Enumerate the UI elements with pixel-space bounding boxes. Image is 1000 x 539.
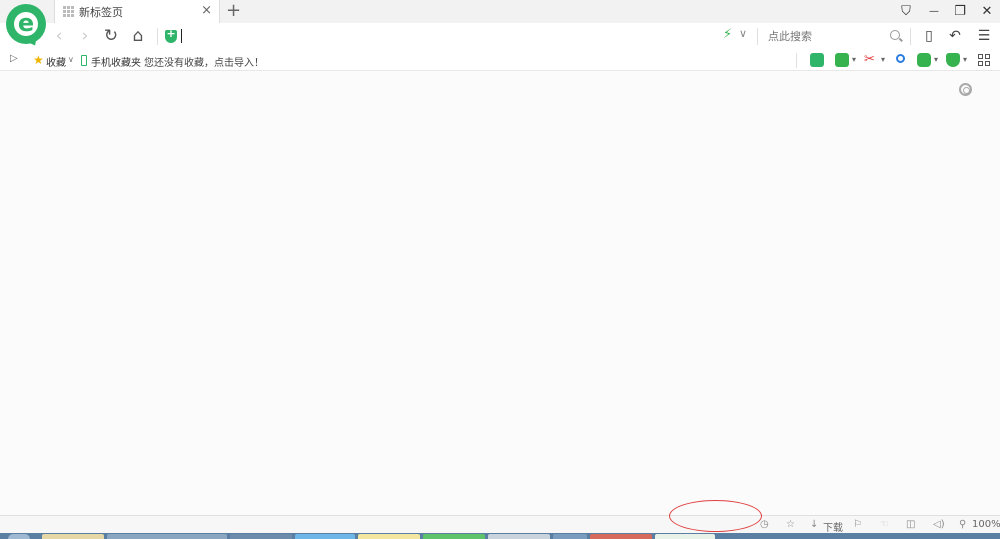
- scissors-icon[interactable]: ✂: [864, 53, 878, 67]
- gamepad-icon[interactable]: [917, 53, 931, 67]
- settings-gear-icon[interactable]: [959, 83, 972, 96]
- taskbar-item[interactable]: [295, 534, 355, 539]
- window-icon[interactable]: ◫: [906, 519, 915, 530]
- close-window-button[interactable]: ✕: [974, 0, 1000, 23]
- zoom-icon[interactable]: ⚲: [959, 519, 966, 530]
- search-input[interactable]: [768, 28, 886, 45]
- app-store-icon[interactable]: [835, 53, 849, 67]
- tab-title: 新标签页: [79, 6, 123, 19]
- security-shield-icon[interactable]: [165, 27, 177, 43]
- star-icon: ★: [33, 53, 44, 67]
- restore-button[interactable]: ❐: [947, 0, 973, 23]
- home-button[interactable]: ⌂: [127, 25, 149, 47]
- undo-close-tab-icon[interactable]: ↶: [944, 26, 966, 46]
- taskbar-item[interactable]: [655, 534, 715, 539]
- magnifier-icon[interactable]: [893, 53, 907, 67]
- screenshot-chevron-icon[interactable]: ▾: [881, 55, 885, 64]
- tab-new-tab[interactable]: 新标签页 ×: [54, 0, 220, 23]
- apps-grid-icon[interactable]: [977, 53, 991, 67]
- grid-icon: [63, 6, 74, 17]
- back-button[interactable]: ‹: [48, 25, 70, 47]
- taskbar-item[interactable]: [553, 534, 587, 539]
- flag-icon[interactable]: ⚐: [853, 519, 862, 530]
- lightning-icon[interactable]: ⚡: [723, 27, 732, 42]
- navigation-bar: ‹ › ↻ ⌂ ⚡ ∨ ▯ ↶ ☰: [0, 23, 1000, 50]
- phone-icon: [81, 55, 87, 66]
- import-favorites-link[interactable]: 您还没有收藏，点击导入！: [144, 54, 264, 69]
- search-icon[interactable]: [890, 30, 900, 40]
- games-chevron-icon[interactable]: ▾: [934, 55, 938, 64]
- history-icon[interactable]: ◷: [760, 519, 769, 530]
- taskbar-item[interactable]: [42, 534, 104, 539]
- reload-button[interactable]: ↻: [100, 25, 122, 47]
- mobile-favorites-button[interactable]: 手机收藏夹: [91, 54, 141, 69]
- security-chevron-icon[interactable]: ▾: [963, 55, 967, 64]
- minimize-button[interactable]: —: [921, 0, 947, 23]
- mobile-device-icon[interactable]: ▯: [921, 26, 937, 46]
- title-bar: 新标签页 × + ⛉ — ❐ ✕: [0, 0, 1000, 23]
- new-tab-button[interactable]: +: [226, 0, 241, 22]
- browser-logo[interactable]: e: [6, 4, 46, 49]
- taskbar-item[interactable]: [107, 534, 227, 539]
- status-bar: ◷ ☆ ↓ 下载 ⚐ ☜ ◫ ◁) ⚲ 100%: [0, 515, 1000, 534]
- bookmarks-bar: ▷ ★ 收藏 ∨ 手机收藏夹 您还没有收藏，点击导入！ ▾ ✂ ▾ ▾ ▾: [0, 50, 1000, 71]
- new-tab-page: [0, 72, 1000, 515]
- sidebar-toggle-icon[interactable]: ▷: [10, 53, 18, 64]
- taskbar-item[interactable]: [590, 534, 652, 539]
- skin-icon[interactable]: ⛉: [893, 0, 919, 23]
- app-store-chevron-icon[interactable]: ▾: [852, 55, 856, 64]
- address-bar[interactable]: [182, 27, 702, 46]
- hand-icon[interactable]: ☜: [880, 519, 889, 530]
- taskbar-item[interactable]: [230, 534, 292, 539]
- security-guard-icon[interactable]: [946, 53, 960, 67]
- download-button[interactable]: 下载: [823, 519, 843, 534]
- favorites-button[interactable]: 收藏: [46, 54, 66, 69]
- close-tab-icon[interactable]: ×: [201, 3, 212, 18]
- forward-button[interactable]: ›: [74, 25, 96, 47]
- taskbar-item[interactable]: [488, 534, 550, 539]
- reader-mode-icon[interactable]: [810, 53, 824, 67]
- favorites-chevron-icon[interactable]: ∨: [68, 55, 74, 64]
- chevron-down-icon[interactable]: ∨: [739, 27, 747, 40]
- zoom-level[interactable]: 100%: [972, 519, 1000, 530]
- taskbar-item[interactable]: [358, 534, 420, 539]
- sound-icon[interactable]: ◁): [933, 519, 945, 530]
- start-button[interactable]: [8, 534, 30, 539]
- taskbar-item[interactable]: [423, 534, 485, 539]
- menu-icon[interactable]: ☰: [974, 26, 994, 46]
- cloud-sync-icon[interactable]: ☆: [786, 519, 795, 530]
- download-arrow-icon[interactable]: ↓: [810, 519, 818, 530]
- os-taskbar: [0, 533, 1000, 539]
